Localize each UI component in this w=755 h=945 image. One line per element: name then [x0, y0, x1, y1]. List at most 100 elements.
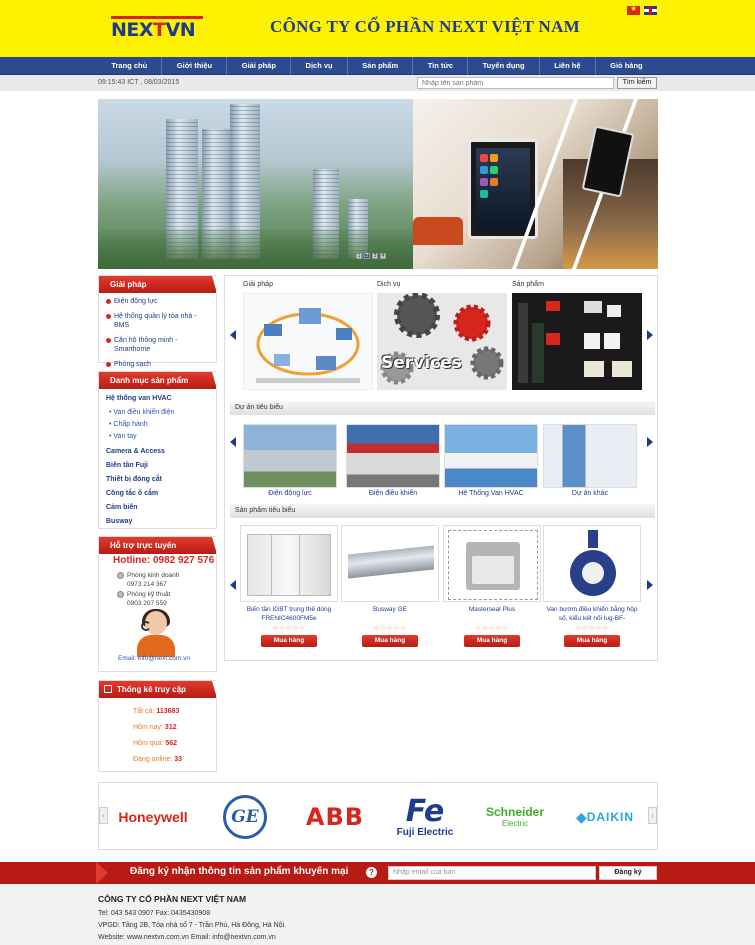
stats-box: Thống kê truy cập Tất cả: 113683 Hôm nay…	[98, 680, 217, 772]
product-name[interactable]: Masterseal Plus	[443, 605, 541, 623]
subcategory-item[interactable]: Chấp hành	[109, 420, 209, 429]
company-name: CÔNG TY CỔ PHẦN NEXT VIỆT NAM	[270, 17, 581, 36]
prev-arrow-icon[interactable]: ‹	[99, 807, 108, 824]
nav-services[interactable]: Dịch vụ	[291, 57, 348, 75]
pager-dot[interactable]: 3	[372, 253, 378, 259]
project-card[interactable]: Dự án khác	[543, 424, 637, 497]
support-title: Hỗ trợ trực tuyến	[99, 537, 217, 554]
footer-phone: Tel: 043 543 0907 Fax: 0435430908	[98, 910, 211, 917]
rating-stars[interactable]: ☆☆☆☆☆	[543, 624, 641, 632]
sales-contact[interactable]: Phòng kinh doanh	[117, 571, 179, 580]
nav-careers[interactable]: Tuyển dụng	[468, 57, 540, 75]
solution-item[interactable]: Điện động lực	[105, 297, 210, 306]
product-name[interactable]: Van bướm điều khiển bằng hộp số, kiểu kế…	[543, 605, 641, 623]
abb-logo[interactable]: ABB	[297, 791, 373, 843]
nextvn-logo[interactable]: NEXTVN	[111, 16, 203, 41]
project-image	[243, 424, 337, 488]
search-button[interactable]: Tìm kiếm	[617, 77, 657, 89]
subcategory-item[interactable]: Van điều khiển điện	[109, 408, 209, 417]
nav-home[interactable]: Trang chủ	[97, 57, 163, 75]
stat-total: Tất cả: 113683	[133, 708, 180, 715]
featured-products-header: Sản phẩm tiêu biểu	[230, 504, 655, 518]
card-products[interactable]: Sản phẩm	[505, 281, 642, 391]
card-services[interactable]: Dịch vụ Services	[370, 281, 507, 391]
nav-cart[interactable]: Giỏ hàng	[596, 57, 657, 75]
categories-title: Danh mục sản phẩm	[99, 372, 217, 389]
prev-arrow-icon[interactable]	[230, 580, 236, 590]
project-card[interactable]: Điện điều khiển	[346, 424, 440, 497]
category-item[interactable]: Biến tần Fuji	[106, 461, 209, 470]
banner-buildings-image	[98, 99, 413, 269]
solution-item[interactable]: Phòng sạch	[105, 360, 210, 369]
category-item[interactable]: Camera & Access	[106, 447, 209, 456]
search-input[interactable]	[417, 77, 614, 89]
product-name[interactable]: Biến tần IGBT trung thế dòng FRENIC4600F…	[240, 605, 338, 623]
card-solutions[interactable]: Giải pháp	[236, 281, 373, 391]
ge-logo[interactable]: GE	[207, 791, 283, 843]
category-item[interactable]: Cảm biến	[106, 503, 209, 512]
prev-arrow-icon[interactable]	[230, 437, 236, 447]
product-card[interactable]: Van bướm điều khiển bằng hộp số, kiểu kế…	[543, 525, 641, 654]
product-card[interactable]: Busway GE ☆☆☆☆☆ Mua hàng	[341, 525, 439, 654]
newsletter-submit-button[interactable]: Đăng ký	[599, 866, 657, 880]
sales-phone: 0973 214 367	[127, 581, 167, 588]
products-image	[512, 293, 642, 390]
support-box: Hỗ trợ trực tuyến Hotline: 0982 927 576 …	[98, 536, 217, 672]
datetime: 09:15:43 ICT , 08/03/2015	[98, 79, 180, 86]
help-icon[interactable]: ?	[366, 867, 377, 878]
hero-banner[interactable]: 1 2 3 4	[98, 99, 658, 269]
uk-flag-icon[interactable]	[644, 6, 657, 15]
pager-dot-active[interactable]: 2	[364, 253, 370, 259]
project-image	[444, 424, 538, 488]
services-image: Services	[377, 293, 507, 390]
stat-today: Hôm nay: 312	[133, 724, 177, 731]
category-item[interactable]: Công tắc ổ cắm	[106, 489, 209, 498]
project-card[interactable]: Hệ Thống Van HVAC	[444, 424, 538, 497]
newsletter-title: Đăng ký nhận thông tin sản phẩm khuyến m…	[130, 866, 349, 877]
nav-products[interactable]: Sản phẩm	[348, 57, 414, 75]
skype-icon	[117, 572, 124, 579]
nav-contact[interactable]: Liên hệ	[540, 57, 596, 75]
site-footer: CÔNG TY CỔ PHẦN NEXT VIỆT NAM Tel: 043 5…	[0, 884, 755, 945]
main-content: Giải pháp Dịch vụ Services Sản phẩm Dự á…	[224, 275, 658, 661]
next-arrow-icon[interactable]: ›	[648, 807, 657, 824]
nav-solutions[interactable]: Giải pháp	[227, 57, 292, 75]
category-item[interactable]: Thiết bị đóng cắt	[106, 475, 209, 484]
buy-button[interactable]: Mua hàng	[261, 635, 317, 647]
pager-dot[interactable]: 1	[356, 253, 362, 259]
support-agent-image	[135, 609, 177, 657]
newsletter-email-input[interactable]: Nhập email của bạn	[388, 866, 596, 880]
solutions-title: Giải pháp	[99, 276, 217, 293]
category-item[interactable]: Busway	[106, 517, 209, 526]
project-card[interactable]: Điện động lực	[243, 424, 337, 497]
product-name[interactable]: Busway GE	[341, 605, 439, 623]
skype-icon	[117, 591, 124, 598]
nav-about[interactable]: Giới thiệu	[162, 57, 228, 75]
product-card[interactable]: Masterseal Plus ☆☆☆☆☆ Mua hàng	[443, 525, 541, 654]
next-arrow-icon[interactable]	[647, 580, 653, 590]
tech-contact[interactable]: Phòng kỹ thuật	[117, 590, 170, 599]
solutions-diagram-image	[243, 293, 373, 390]
fuji-electric-logo[interactable]: Fe Fuji Electric	[387, 791, 463, 843]
solution-item[interactable]: Hệ thống quản lý tòa nhà -BMS	[105, 312, 210, 330]
buy-button[interactable]: Mua hàng	[362, 635, 418, 647]
pager-dot[interactable]: 4	[380, 253, 386, 259]
daikin-logo[interactable]: ◆ DAIKIN	[565, 791, 645, 843]
support-email[interactable]: Email: info@next.com.vn	[118, 655, 190, 662]
honeywell-logo[interactable]: Honeywell	[115, 791, 191, 843]
next-arrow-icon[interactable]	[647, 437, 653, 447]
category-hvac[interactable]: Hệ thống van HVAC	[106, 394, 209, 403]
nav-news[interactable]: Tin tức	[413, 57, 469, 75]
rating-stars[interactable]: ☆☆☆☆☆	[443, 624, 541, 632]
buy-button[interactable]: Mua hàng	[464, 635, 520, 647]
rating-stars[interactable]: ☆☆☆☆☆	[240, 624, 338, 632]
product-image	[341, 525, 439, 602]
buy-button[interactable]: Mua hàng	[564, 635, 620, 647]
vn-flag-icon[interactable]	[627, 4, 640, 15]
product-card[interactable]: Biến tần IGBT trung thế dòng FRENIC4600F…	[240, 525, 338, 654]
solution-item[interactable]: Căn hộ thông minh - Smarthome	[105, 336, 210, 354]
next-arrow-icon[interactable]	[647, 330, 653, 340]
rating-stars[interactable]: ☆☆☆☆☆	[341, 624, 439, 632]
schneider-logo[interactable]: Schneider Electric	[477, 791, 553, 843]
subcategory-item[interactable]: Van tay	[109, 432, 209, 441]
